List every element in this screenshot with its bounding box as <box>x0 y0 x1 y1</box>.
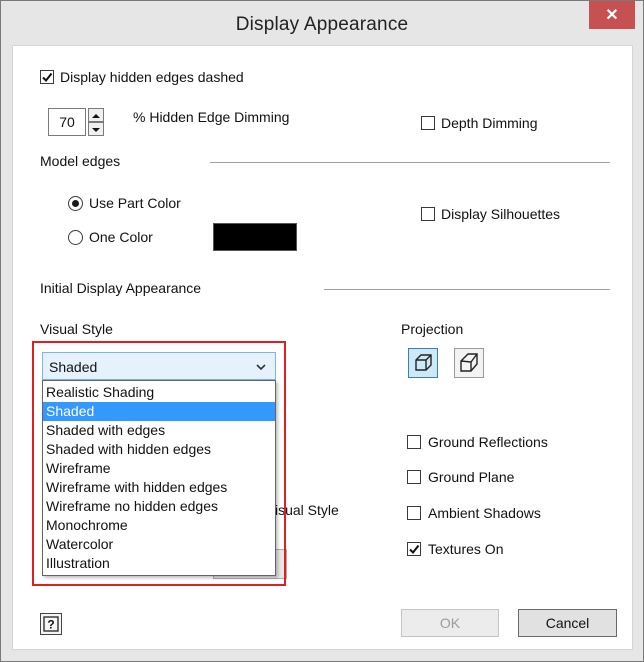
dimming-value-input[interactable]: 70 <box>48 108 86 136</box>
orthographic-cube-icon <box>415 354 432 371</box>
dimming-label: % Hidden Edge Dimming <box>133 109 290 125</box>
triangle-down-icon <box>92 128 100 132</box>
checkmark-icon <box>42 72 53 83</box>
display-appearance-dialog: Display Appearance ✕ Display hidden edge… <box>0 0 644 662</box>
ground-reflections-label: Ground Reflections <box>428 434 548 450</box>
ground-reflections-checkbox[interactable] <box>407 435 421 449</box>
ground-plane-checkbox[interactable] <box>407 470 421 484</box>
one-color-radio[interactable] <box>68 230 83 245</box>
dialog-body: Display hidden edges dashed 70 % Hidden … <box>12 45 633 650</box>
triangle-up-icon <box>92 114 100 118</box>
one-color-label: One Color <box>89 229 153 245</box>
model-edges-divider <box>210 162 610 163</box>
textures-on-checkbox[interactable] <box>407 542 421 556</box>
perspective-cube-icon <box>460 353 478 372</box>
help-button[interactable]: ? <box>40 613 62 635</box>
model-edges-section-label: Model edges <box>40 153 121 169</box>
close-icon: ✕ <box>605 7 619 24</box>
edge-color-swatch[interactable] <box>213 223 297 251</box>
silhouettes-checkbox[interactable] <box>421 207 435 221</box>
use-part-color-label: Use Part Color <box>89 195 181 211</box>
help-icon: ? <box>43 616 59 632</box>
perspective-projection-button[interactable] <box>454 348 484 378</box>
dimming-spinner <box>88 108 104 136</box>
hidden-edges-label: Display hidden edges dashed <box>60 69 244 85</box>
ambient-shadows-label: Ambient Shadows <box>428 505 541 521</box>
initial-display-divider <box>324 289 610 290</box>
title-bar[interactable]: Display Appearance ✕ <box>1 1 643 45</box>
hidden-edges-checkbox[interactable] <box>40 70 54 84</box>
spin-up-button[interactable] <box>88 108 104 122</box>
depth-dimming-label: Depth Dimming <box>441 115 538 131</box>
textures-on-label: Textures On <box>428 541 504 557</box>
spin-down-button[interactable] <box>88 122 104 136</box>
ok-button[interactable]: OK <box>401 609 499 637</box>
annotation-highlight-box <box>32 341 286 586</box>
svg-text:?: ? <box>47 618 54 632</box>
ground-plane-label: Ground Plane <box>428 469 515 485</box>
close-button[interactable]: ✕ <box>589 1 635 29</box>
ambient-shadows-checkbox[interactable] <box>407 506 421 520</box>
checkmark-icon <box>409 544 420 555</box>
cancel-button[interactable]: Cancel <box>518 609 617 637</box>
visual-style-label: Visual Style <box>40 321 113 337</box>
projection-label: Projection <box>401 321 464 337</box>
depth-dimming-checkbox[interactable] <box>421 116 435 130</box>
radio-selected-dot <box>72 200 79 207</box>
orthographic-projection-button[interactable] <box>408 348 438 378</box>
silhouettes-label: Display Silhouettes <box>441 206 561 222</box>
initial-display-section-label: Initial Display Appearance <box>40 280 202 296</box>
use-part-color-radio[interactable] <box>68 196 83 211</box>
window-title: Display Appearance <box>235 14 409 35</box>
